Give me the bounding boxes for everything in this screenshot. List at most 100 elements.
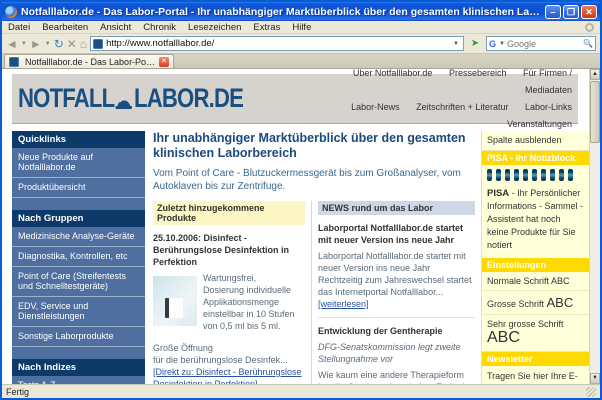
sidebar-item-edv-service[interactable]: EDV, Service und Dienstleistungen [12,297,145,327]
main-content: Ihr unabhängiger Marktüberblick über den… [145,131,481,384]
left-sidebar: Quicklinks Neue Produkte auf Notfalllabo… [12,131,145,384]
browser-viewport: Notfall Labor.de Über Notfalllabor.de Pr… [2,69,600,384]
font-large-label: Grosse Schrift [487,299,547,309]
status-bar: Fertig [2,384,600,398]
page-title: Ihr unabhängiger Marktüberblick über den… [153,131,466,160]
news-item: Laborportal Notfalllabor.de startet mit … [318,222,475,318]
pisa-pins-row [482,165,589,185]
url-dropdown-icon[interactable]: ▼ [451,41,461,47]
nav-ueber-notfalllabor[interactable]: Über Notfalllabor.de [353,69,433,78]
vertical-scrollbar: ▲ ▼ [589,69,600,384]
news-item: Entwicklung der Gentherapie DFG-Senatsko… [318,325,475,384]
firefox-icon [5,5,17,18]
news-item-title: Laborportal Notfalllabor.de startet mit … [318,223,464,245]
scrollbar-thumb[interactable] [590,81,600,143]
sidebar-item-tests-az[interactable]: Tests A-Z [12,376,145,384]
back-dropdown-icon[interactable]: ▼ [21,41,27,47]
newsletter-description: Tragen Sie hier Ihre E-Mail-Adresse ein … [487,371,578,381]
news-item-body: Laborportal Notfalllabor.de startet mit … [318,251,472,297]
product-text-3: Große Öffnung [153,343,213,353]
menu-bearbeiten[interactable]: Bearbeiten [42,22,88,33]
top-navigation: Über Notfalllabor.de Pressebereich Für F… [292,69,572,133]
forward-dropdown-icon[interactable]: ▼ [45,41,51,47]
font-large-sample: ABC [546,295,574,310]
url-bar[interactable]: ▼ [90,36,464,51]
menu-extras[interactable]: Extras [253,22,280,33]
navigation-toolbar: ◄ ▼ ► ▼ ↻ ✕ ⌂ ▼ ➤ G ▼ 🔍 [2,34,600,54]
tab-title: Notfalllabor.de - Das Labor-Porta... [25,56,156,67]
pin-icon [523,169,528,181]
title-bar[interactable]: Notfalllabor.de - Das Labor-Portal - Ihr… [2,2,600,21]
news-item-body: Wie kaum eine andere Therapieform hat di… [318,370,473,384]
news-item-readmore-link[interactable]: [weiterlesen] [318,299,369,309]
font-size-xlarge-link[interactable]: Sehr grosse Schrift ABC [482,315,589,352]
newsletter-header: Newsletter [482,352,589,366]
forward-button[interactable]: ► [30,37,42,51]
sidebar-item-neue-produkte[interactable]: Neue Produkte auf Notfalllabor.de [12,148,145,178]
sidebar-item-analyse-geraete[interactable]: Medizinische Analyse-Geräte [12,227,145,247]
pin-icon [541,169,546,181]
font-size-large-link[interactable]: Grosse Schrift ABC [482,291,589,315]
sidebar-heading-nach-gruppen: Nach Gruppen [12,210,145,227]
product-image[interactable] [153,276,197,326]
sidebar-item-diagnostika[interactable]: Diagnostika, Kontrollen, etc [12,247,145,267]
reload-button[interactable]: ↻ [54,37,64,51]
pin-icon [514,169,519,181]
scroll-down-icon[interactable]: ▼ [590,373,600,384]
product-text-4: für die berührungslose Desinfek... [153,355,288,365]
products-column: Zuletzt hinzugekommene Produkte 25.10.20… [153,201,311,384]
maximize-button[interactable]: ❐ [563,4,579,19]
pin-icon [550,169,555,181]
hide-column-link[interactable]: Spalte ausblenden [482,131,589,151]
news-column: NEWS rund um das Labor Laborportal Notfa… [311,201,475,384]
nav-veranstaltungen[interactable]: Veranstaltungen [507,119,572,129]
close-button[interactable]: ✕ [581,4,597,19]
search-input[interactable] [506,38,584,49]
magnifier-icon[interactable]: 🔍 [583,39,593,48]
minimize-button[interactable]: – [545,4,561,19]
browser-window: Notfalllabor.de - Das Labor-Portal - Ihr… [0,0,602,400]
tab-notfalllabor[interactable]: Notfalllabor.de - Das Labor-Porta... ✕ [4,54,174,68]
menu-hilfe[interactable]: Hilfe [292,22,311,33]
search-engine-dropdown-icon[interactable]: ▼ [497,41,507,47]
font-normal-sample: ABC [551,276,570,286]
menu-chronik[interactable]: Chronik [143,22,176,33]
nav-pressebereich[interactable]: Pressebereich [449,69,507,78]
product-direct-link[interactable]: [Direkt zu: Disinfect - Berührungslose D… [153,367,302,384]
font-size-normal-link[interactable]: Normale Schrift ABC [482,272,589,291]
site-header: Notfall Labor.de Über Notfalllabor.de Pr… [12,69,578,129]
product-item-body: Wartungsfrei, Dosierung individuelle App… [153,272,305,332]
siren-icon [115,97,133,109]
tab-close-icon[interactable]: ✕ [159,56,169,67]
nav-labor-links[interactable]: Labor-Links [525,102,572,112]
web-page: Notfall Labor.de Über Notfalllabor.de Pr… [2,69,589,384]
logo-text-left: Notfall [18,83,115,113]
nav-zeitschriften[interactable]: Zeitschriften + Literatur [416,102,508,112]
product-text-1: Wartungsfrei, [203,273,257,283]
home-button[interactable]: ⌂ [80,37,87,51]
menu-datei[interactable]: Datei [8,22,30,33]
news-item-title: Entwicklung der Gentherapie [318,326,443,336]
product-text-2: Dosierung individuelle Applikationsmenge… [203,285,295,331]
news-column-header: NEWS rund um das Labor [318,201,475,215]
pin-icon [568,169,573,181]
back-button[interactable]: ◄ [6,37,18,51]
resize-grip[interactable] [586,386,596,397]
menu-lesezeichen[interactable]: Lesezeichen [188,22,241,33]
pisa-description: PISA - Ihr Persönlicher Informations - S… [482,185,589,258]
nav-labor-news[interactable]: Labor-News [351,102,400,112]
scroll-up-icon[interactable]: ▲ [590,69,600,80]
sidebar-item-produktuebersicht[interactable]: Produktübersicht [12,178,145,198]
search-bar[interactable]: G ▼ 🔍 [486,36,596,51]
sidebar-item-point-of-care[interactable]: Point of Care (Streifentests und Schnell… [12,267,145,297]
tab-favicon-icon [9,56,19,67]
go-button[interactable]: ➤ [467,36,483,52]
pisa-header: PISA - Ihr Notizblock [482,151,589,165]
stop-button[interactable]: ✕ [67,37,77,51]
nav-fuer-firmen[interactable]: Für Firmen / Mediadaten [523,69,572,95]
font-xlarge-label: Sehr grosse Schrift [487,319,564,329]
menu-ansicht[interactable]: Ansicht [100,22,131,33]
site-logo[interactable]: Notfall Labor.de [18,83,244,114]
sidebar-item-sonstige[interactable]: Sonstige Laborprodukte [12,327,145,347]
url-input[interactable] [106,38,452,49]
